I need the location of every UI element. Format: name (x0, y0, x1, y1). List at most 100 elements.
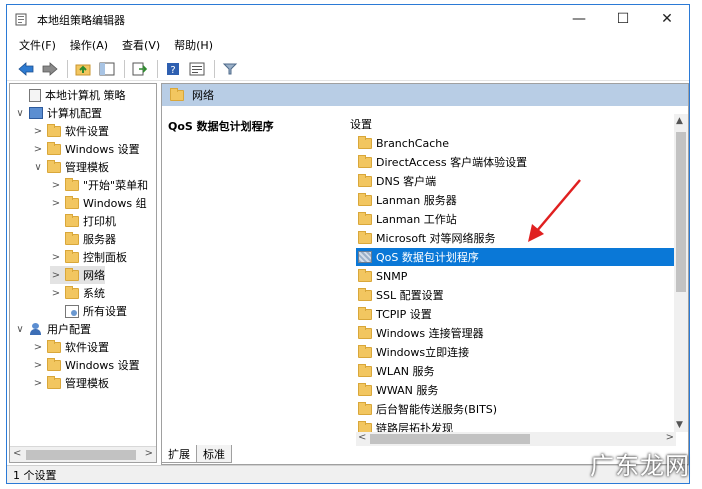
list-item[interactable]: 后台智能传送服务(BITS) (356, 400, 678, 418)
tree-item-label: 服务器 (83, 233, 116, 246)
toolbar-separator (67, 59, 68, 78)
navigation-tree-pane[interactable]: 本地计算机 策略 ∨ 计算机配置 > 软件设置 > Windows 设置 ∨ 管理模板 > "开始"… (9, 83, 157, 463)
status-text: 1 个设置 (13, 468, 57, 482)
tree-item[interactable]: > 软件设置 (32, 338, 109, 356)
scroll-up-icon[interactable]: ▲ (676, 116, 683, 126)
list-item[interactable]: Lanman 服务器 (356, 191, 678, 209)
folder-icon (358, 268, 372, 282)
tree-item[interactable]: > 软件设置 (32, 122, 109, 140)
tree-item[interactable]: 打印机 (50, 212, 116, 230)
tree-item-label: Windows 设置 (65, 359, 140, 372)
toolbar: ? (7, 57, 689, 81)
tree-item[interactable]: 所有设置 (50, 302, 127, 320)
folder-icon (358, 382, 372, 396)
scroll-left-icon[interactable]: < (13, 448, 21, 459)
chevron-right-icon[interactable]: > (32, 378, 44, 389)
tab-extended[interactable]: 扩展 (161, 445, 197, 463)
list-item[interactable]: QoS 数据包计划程序 (356, 248, 678, 266)
chevron-right-icon[interactable]: > (50, 180, 62, 191)
tree-item[interactable]: > 网络 (50, 266, 105, 284)
back-icon[interactable] (15, 59, 37, 79)
list-item[interactable]: WWAN 服务 (356, 381, 678, 399)
forward-icon[interactable] (39, 59, 61, 79)
settings-list: BranchCache DirectAccess 客户端体验设置 DNS 客户端 La… (346, 84, 689, 435)
tree-item[interactable]: 服务器 (50, 230, 116, 248)
list-item[interactable]: DirectAccess 客户端体验设置 (356, 153, 678, 171)
scroll-thumb[interactable] (370, 434, 530, 444)
list-item[interactable]: Windows 连接管理器 (356, 324, 678, 342)
app-icon (15, 13, 28, 26)
help-icon[interactable]: ? (162, 59, 184, 79)
list-item[interactable]: BranchCache (356, 134, 678, 152)
tree-horizontal-scrollbar[interactable]: < > (10, 446, 156, 462)
menu-view[interactable]: 查看(V) (122, 37, 160, 53)
folder-icon (358, 363, 372, 377)
folder-icon (65, 177, 79, 191)
tree-item[interactable]: > Windows 设置 (32, 140, 140, 158)
list-item[interactable]: DNS 客户端 (356, 172, 678, 190)
folder-icon (65, 285, 79, 299)
maximize-button[interactable]: ☐ (601, 5, 645, 33)
list-item[interactable]: WLAN 服务 (356, 362, 678, 380)
menu-file[interactable]: 文件(F) (19, 37, 56, 53)
tree-item-label: "开始"菜单和 (83, 179, 149, 192)
export-icon[interactable] (129, 59, 151, 79)
list-item-label: Lanman 服务器 (376, 194, 457, 207)
tree-item-label: 打印机 (83, 215, 116, 228)
details-header-title: 网络 (192, 89, 214, 102)
scroll-right-icon[interactable]: > (666, 432, 674, 443)
tree-item[interactable]: > Windows 组 (50, 194, 147, 212)
scroll-down-icon[interactable]: ▼ (676, 420, 683, 430)
close-button[interactable]: ✕ (645, 5, 689, 33)
window-title: 本地组策略编辑器 (37, 14, 125, 27)
scroll-thumb[interactable] (676, 132, 686, 292)
list-item[interactable]: Microsoft 对等网络服务 (356, 229, 678, 247)
chevron-down-icon[interactable]: ∨ (14, 324, 26, 335)
menu-help[interactable]: 帮助(H) (174, 37, 213, 53)
filter-icon[interactable] (219, 59, 241, 79)
list-vertical-scrollbar[interactable]: ▲ ▼ (674, 114, 688, 432)
tree-item-label: 软件设置 (65, 125, 109, 138)
list-item[interactable]: TCPIP 设置 (356, 305, 678, 323)
tree-item[interactable]: > "开始"菜单和 (50, 176, 148, 194)
tree-item-label: 所有设置 (83, 305, 127, 318)
tree-item[interactable]: > Windows 设置 (32, 356, 140, 374)
tree-item[interactable]: 本地计算机 策略 (14, 86, 126, 104)
menu-action[interactable]: 操作(A) (70, 37, 108, 53)
chevron-right-icon[interactable]: > (32, 126, 44, 137)
list-horizontal-scrollbar[interactable]: < > (356, 432, 676, 446)
chevron-down-icon[interactable]: ∨ (14, 108, 26, 119)
list-item[interactable]: Lanman 工作站 (356, 210, 678, 228)
tree-item[interactable]: ∨ 管理模板 (32, 158, 109, 176)
scroll-thumb[interactable] (26, 450, 136, 460)
list-item[interactable]: Windows立即连接 (356, 343, 678, 361)
chevron-right-icon[interactable]: > (50, 270, 62, 281)
list-item[interactable]: SSL 配置设置 (356, 286, 678, 304)
watermark: 广东龙网 (590, 452, 690, 480)
minimize-button[interactable]: — (557, 5, 601, 33)
tree-item[interactable]: > 系统 (50, 284, 105, 302)
folder-icon (358, 135, 372, 149)
tree-item[interactable]: ∨ 用户配置 (14, 320, 91, 338)
chevron-right-icon[interactable]: > (50, 198, 62, 209)
properties-icon[interactable] (186, 59, 208, 79)
scroll-right-icon[interactable]: > (145, 448, 153, 459)
list-item-label: DirectAccess 客户端体验设置 (376, 156, 528, 169)
chevron-right-icon[interactable]: > (50, 252, 62, 263)
chevron-right-icon[interactable]: > (32, 342, 44, 353)
chevron-right-icon[interactable]: > (50, 288, 62, 299)
chevron-right-icon[interactable]: > (32, 360, 44, 371)
tree-item-label: 系统 (83, 287, 105, 300)
tree-item[interactable]: > 管理模板 (32, 374, 109, 392)
tree-item[interactable]: > 控制面板 (50, 248, 127, 266)
chevron-right-icon[interactable]: > (32, 144, 44, 155)
tree-item[interactable]: ∨ 计算机配置 (14, 104, 102, 122)
tab-standard[interactable]: 标准 (196, 445, 232, 463)
folder-icon (47, 123, 61, 137)
up-folder-icon[interactable] (72, 59, 94, 79)
list-item[interactable]: SNMP (356, 267, 678, 285)
scroll-left-icon[interactable]: < (358, 432, 366, 443)
show-hide-tree-icon[interactable] (96, 59, 118, 79)
chevron-down-icon[interactable]: ∨ (32, 162, 44, 173)
title-bar[interactable]: 本地组策略编辑器 — ☐ ✕ (7, 5, 689, 33)
